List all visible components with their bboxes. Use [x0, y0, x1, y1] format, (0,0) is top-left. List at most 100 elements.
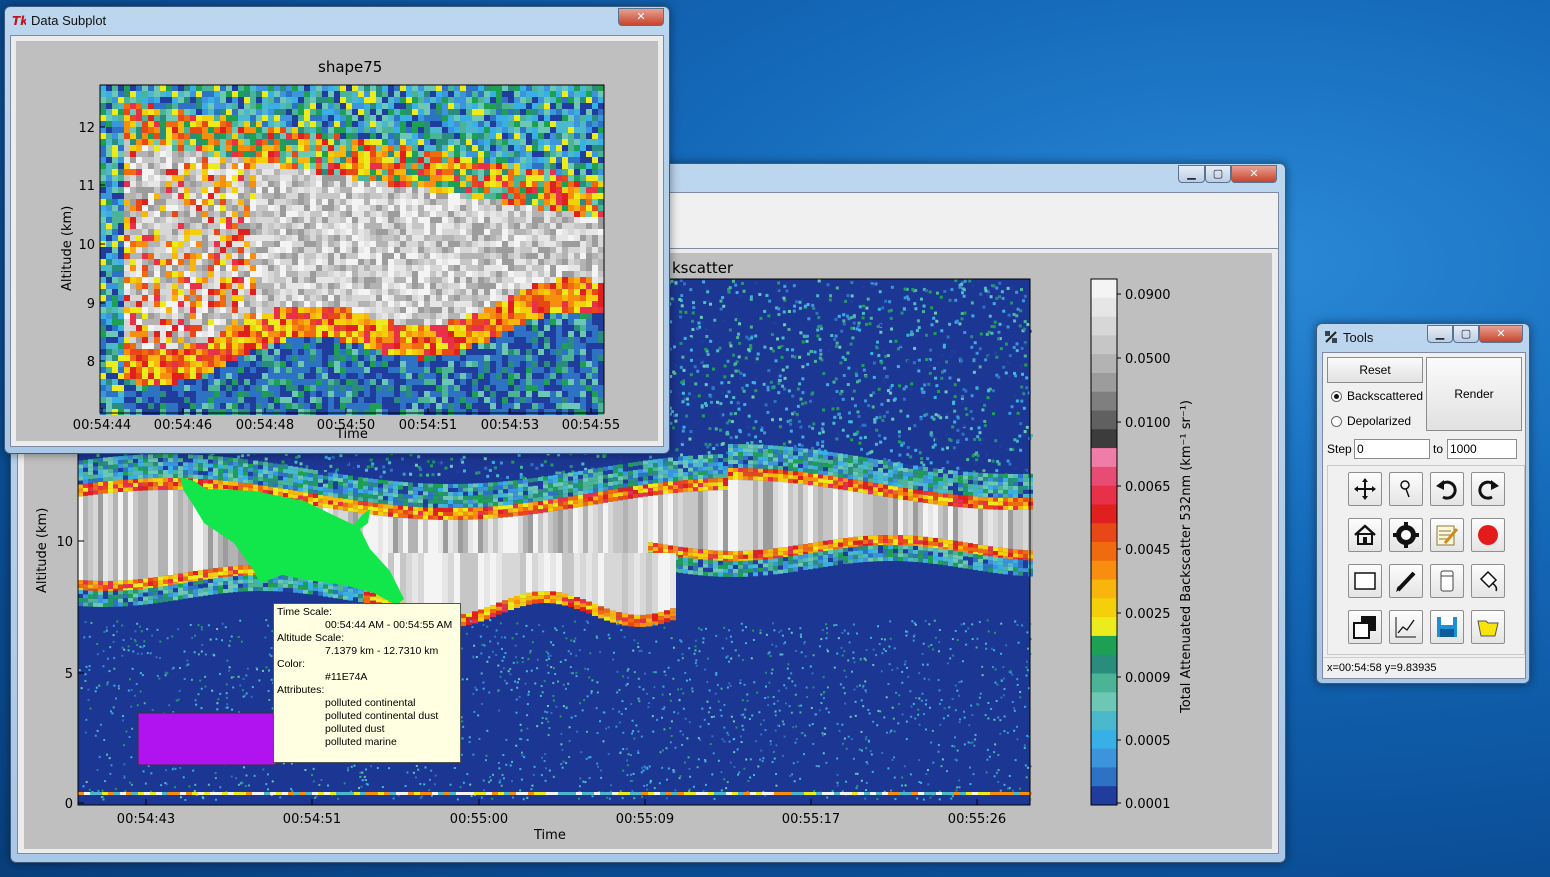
main-ylabel: Altitude (km): [35, 508, 50, 593]
render-button[interactable]: Render: [1426, 357, 1522, 431]
close-button[interactable]: ✕: [1231, 165, 1277, 183]
tooltip-attribute: polluted dust: [325, 723, 385, 735]
annotation-shape-rectangle[interactable]: [137, 712, 277, 766]
colorbar-swatch: [1091, 560, 1117, 581]
rectangle-icon[interactable]: [1348, 564, 1382, 598]
subplot-xlabel: Time: [335, 427, 368, 441]
step-to-input[interactable]: 1000: [1447, 439, 1517, 459]
subplot-figure: 00:54:44 00:54:46 00:54:48 00:54:50 00:54:51…: [16, 41, 658, 441]
close-button[interactable]: ✕: [618, 8, 664, 26]
x-tick-label: 00:55:17: [782, 812, 840, 827]
x-tick-label: 00:55:09: [616, 812, 674, 827]
x-tick-label: 00:54:46: [154, 418, 212, 433]
maximize-button[interactable]: ▢: [1205, 165, 1231, 183]
y-tick-label: 9: [87, 297, 95, 312]
redo-icon[interactable]: [1471, 472, 1505, 506]
tooltip-attribute: polluted continental: [325, 697, 416, 709]
colorbar-swatch: [1091, 391, 1117, 411]
depolarized-label[interactable]: Depolarized: [1347, 414, 1411, 428]
colorbar-swatch: [1091, 598, 1117, 618]
tooltip-attr-label: Attributes:: [277, 684, 325, 696]
colorbar-swatch: [1091, 767, 1117, 787]
subplot-window: Tk Data Subplot ✕ 00:54:44 00:54:46 00:54:…: [4, 6, 670, 454]
x-tick-label: 00:54:48: [236, 418, 294, 433]
tools-window-title: Tools: [1343, 330, 1374, 345]
colorbar-tick-label: 0.0065: [1125, 480, 1171, 495]
colorbar-swatch: [1091, 635, 1117, 656]
colorbar-swatch: [1091, 673, 1117, 693]
save-icon[interactable]: [1430, 610, 1464, 644]
minimize-button[interactable]: ▁: [1427, 325, 1453, 343]
depolarized-radio[interactable]: [1331, 416, 1342, 427]
minimize-button[interactable]: ▁: [1178, 165, 1205, 183]
x-tick-label: 00:55:26: [948, 812, 1006, 827]
cursor-coordinates: x=00:54:58 y=9.83935: [1327, 662, 1437, 674]
tooltip-alt-label: Altitude Scale:: [277, 632, 345, 644]
colorbar-swatch: [1091, 523, 1117, 543]
shape-info-tooltip: Time Scale: 00:54:44 AM - 00:54:55 AM Al…: [273, 603, 461, 763]
tool-grid: [1327, 465, 1525, 655]
close-button[interactable]: ✕: [1479, 325, 1523, 343]
colorbar-swatch: [1091, 692, 1117, 712]
colorbar-tick-label: 0.0900: [1125, 288, 1171, 303]
tooltip-color-value: #11E74A: [325, 671, 368, 683]
x-tick-label: 00:54:51: [283, 812, 341, 827]
tooltip-time-value: 00:54:44 AM - 00:54:55 AM: [325, 619, 453, 631]
step-from-input[interactable]: 0: [1354, 439, 1430, 459]
colorbar-swatch: [1091, 654, 1117, 674]
subplot-titlebar[interactable]: Tk Data Subplot ✕: [5, 7, 669, 35]
colorbar-swatch: [1091, 504, 1117, 524]
y-tick-label: 5: [65, 667, 73, 682]
subplot-figure-frame: 00:54:44 00:54:46 00:54:48 00:54:50 00:54:51…: [10, 35, 664, 447]
open-folder-icon[interactable]: [1471, 610, 1505, 644]
plot-icon[interactable]: [1389, 610, 1423, 644]
gear-icon[interactable]: [1389, 518, 1423, 552]
eraser-icon[interactable]: [1430, 564, 1464, 598]
tk-feather-icon: Tk: [12, 14, 26, 27]
y-tick-label: 8: [87, 355, 95, 370]
y-tick-label: 12: [78, 121, 95, 136]
reset-button[interactable]: Reset: [1327, 357, 1423, 383]
y-tick-label: 11: [78, 179, 95, 194]
colorbar-swatch: [1091, 617, 1117, 637]
home-icon[interactable]: [1348, 518, 1382, 552]
backscattered-label[interactable]: Backscattered: [1347, 389, 1423, 403]
colorbar-tick-label: 0.0500: [1125, 352, 1171, 367]
tooltip-attribute: polluted continental dust: [325, 710, 439, 722]
colorbar-swatch: [1091, 786, 1117, 806]
paint-bucket-icon[interactable]: [1471, 564, 1505, 598]
notes-icon[interactable]: [1430, 518, 1464, 552]
colorbar-swatch: [1091, 335, 1117, 355]
tools-window: Tools ▁ ▢ ✕ Reset Render Backscattered D…: [1316, 323, 1530, 684]
colorbar-tick-label: 0.0045: [1125, 543, 1171, 558]
subplot-ylabel: Altitude (km): [60, 206, 75, 291]
subplot-plot[interactable]: 00:54:44 00:54:46 00:54:48 00:54:50 00:54:51…: [16, 41, 658, 441]
colorbar-swatch: [1091, 429, 1117, 449]
maximize-button[interactable]: ▢: [1453, 325, 1479, 343]
colorbar-tick-label: 0.0001: [1125, 797, 1171, 812]
record-icon[interactable]: [1471, 518, 1505, 552]
tools-titlebar[interactable]: Tools ▁ ▢ ✕: [1317, 324, 1529, 352]
undo-icon[interactable]: [1430, 472, 1464, 506]
pencil-icon[interactable]: [1389, 564, 1423, 598]
subplot-heatmap: [100, 85, 604, 415]
colorbar: 0.0900 0.0500 0.0100 0.0065 0.0045 0.0025 0.00…: [1090, 278, 1171, 812]
colorbar-swatch: [1091, 448, 1117, 468]
x-tick-label: 00:54:55: [562, 418, 620, 433]
backscattered-radio[interactable]: [1331, 391, 1342, 402]
main-xlabel: Time: [533, 828, 566, 843]
layers-icon[interactable]: [1348, 610, 1382, 644]
colorbar-tick-label: 0.0009: [1125, 671, 1171, 686]
colorbar-tick-label: 0.0100: [1125, 416, 1171, 431]
colorbar-swatch: [1091, 316, 1117, 336]
tooltip-attribute: polluted marine: [325, 736, 397, 748]
tooltip-color-label: Color:: [277, 658, 306, 670]
move-icon[interactable]: [1348, 472, 1382, 506]
x-tick-label: 00:54:43: [117, 812, 175, 827]
tooltip-time-label: Time Scale:: [277, 606, 333, 618]
colorbar-swatch: [1091, 542, 1117, 562]
y-tick-label: 10: [78, 238, 95, 253]
zoom-icon[interactable]: [1389, 472, 1423, 506]
colorbar-swatch: [1091, 711, 1117, 731]
subplot-window-title: Data Subplot: [31, 13, 107, 28]
